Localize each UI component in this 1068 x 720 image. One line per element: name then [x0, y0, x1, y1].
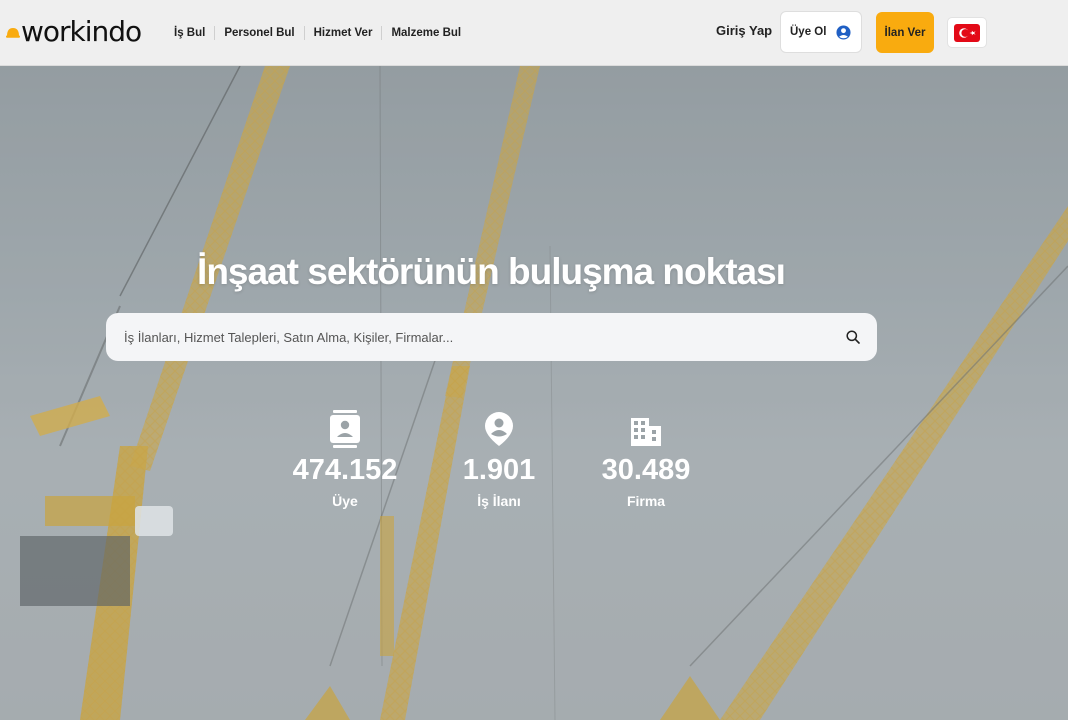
construction-cranes-background	[0, 66, 1068, 720]
login-link[interactable]: Giriş Yap	[716, 23, 772, 38]
logo-text: workindo	[21, 15, 142, 48]
nav-item-hizmet-ver[interactable]: Hizmet Ver	[305, 22, 382, 44]
hero-title: İnşaat sektörünün buluşma noktası	[197, 251, 786, 292]
stat-value: 30.489	[601, 454, 691, 486]
search-icon[interactable]	[846, 330, 860, 344]
helmet-icon	[6, 28, 20, 38]
stat-members: 474.152 Üye	[285, 410, 405, 509]
search-bar	[106, 313, 877, 361]
top-navbar: workindo İş Bul Personel Bul Hizmet Ver …	[0, 0, 1068, 66]
signup-button[interactable]: Üye Ol	[780, 11, 862, 53]
contact-card-icon	[330, 410, 360, 448]
search-input[interactable]	[124, 313, 824, 361]
stat-label: İş İlanı	[477, 492, 521, 509]
stat-label: Firma	[626, 492, 666, 509]
person-pin-icon	[485, 412, 513, 446]
stat-companies: 30.489 Firma	[586, 410, 706, 509]
hero-section: İnşaat sektörünün buluşma noktası 474.15…	[0, 66, 1068, 720]
account-circle-icon	[836, 25, 851, 40]
post-ad-button[interactable]: İlan Ver	[876, 12, 934, 53]
stat-label: Üye	[332, 492, 358, 509]
nav-item-malzeme-bul[interactable]: Malzeme Bul	[382, 22, 470, 44]
stat-value: 1.901	[462, 454, 536, 486]
stat-job-listings: 1.901 İş İlanı	[449, 410, 549, 509]
main-nav: İş Bul Personel Bul Hizmet Ver Malzeme B…	[165, 22, 470, 44]
language-selector[interactable]	[947, 17, 987, 48]
workindo-logo[interactable]: workindo	[6, 15, 142, 48]
nav-item-is-bul[interactable]: İş Bul	[165, 22, 214, 44]
nav-item-personel-bul[interactable]: Personel Bul	[215, 22, 303, 44]
building-icon	[631, 418, 661, 446]
signup-label: Üye Ol	[790, 26, 827, 38]
stat-value: 474.152	[292, 454, 398, 486]
turkey-flag-icon	[954, 23, 980, 42]
